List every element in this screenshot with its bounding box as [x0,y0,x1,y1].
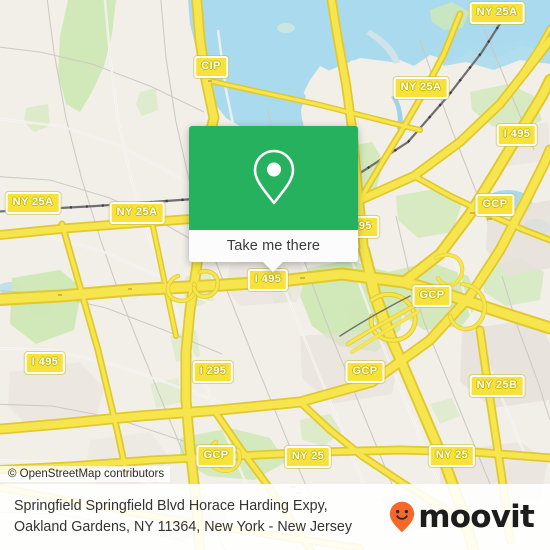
road-shield-label: I 295 [192,361,234,383]
moovit-map-screenshot: CIP NY 25A NY 25A I 495 GCP NY 25A NY 25A 495 I … [0,0,550,550]
address-line-1: Springfield Springfield Blvd Horace Hard… [14,498,328,514]
road-shield-label: I 495 [247,269,289,291]
address-line-2: Oakland Gardens, NY 11364, New York - Ne… [14,519,353,535]
road-shield-label: GCP [475,194,515,216]
attribution-text[interactable]: © OpenStreetMap contributors [0,466,171,482]
road-shield-label: NY 25A [393,77,449,99]
moovit-wordmark: moovit [418,498,535,535]
road-shield-label: NY 25B [469,375,525,397]
moovit-logo[interactable]: moovit [389,498,535,535]
popup-card-tail [262,261,284,272]
road-shield-label: GCP [412,285,452,307]
road-shield-label: GCP [345,361,385,383]
address-block: Springfield Springfield Blvd Horace Hard… [14,496,352,538]
road-shield-label: NY 25A [5,192,61,214]
road-shield-label: I 495 [496,124,538,146]
map-attribution: © OpenStreetMap contributors [0,464,550,484]
moovit-pin-icon [390,501,415,533]
map-pin-icon [253,149,294,205]
road-shield-label: NY 25A [469,2,525,24]
road-shield-label: NY 25A [109,202,165,224]
take-me-there-label: Take me there [226,238,321,254]
road-shield-label: CIP [194,56,228,78]
location-popup-card[interactable]: Take me there [189,126,358,272]
take-me-there-button[interactable]: Take me there [189,230,358,262]
road-shield-label: I 495 [24,352,66,374]
footer-bar: Springfield Springfield Blvd Horace Hard… [0,484,550,550]
popup-card-header [189,126,358,230]
